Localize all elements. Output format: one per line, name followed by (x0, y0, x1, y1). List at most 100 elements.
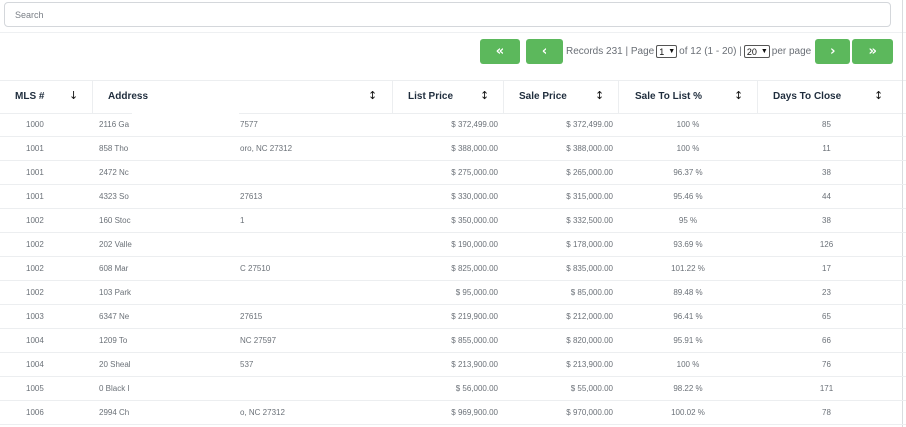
table-row[interactable]: 1002 202 Valle $ 190,000.00 $ 178,000.00 93.… (0, 233, 906, 257)
table-row[interactable]: 1002 103 Park $ 95,000.00 $ 85,000.00 89.48 … (0, 281, 906, 305)
sort-icon[interactable]: ↕ (480, 89, 489, 102)
cell-mls: 1002 (26, 288, 44, 297)
cell-days-to-close: 66 (822, 336, 831, 345)
cell-sale-to-list: 100 % (676, 144, 700, 153)
cell-mls: 1004 (26, 360, 44, 369)
cell-sale-price: $ 820,000.00 (566, 336, 613, 345)
cell-mls: 1000 (26, 120, 44, 129)
cell-list-price: $ 219,900.00 (451, 312, 498, 321)
table-row[interactable]: 1006 2994 Ch o, NC 27312 $ 969,900.00 $ 970,… (0, 401, 906, 425)
redaction-mask (132, 137, 239, 160)
sort-icon[interactable]: ↕ (595, 89, 604, 102)
redaction-mask (132, 185, 239, 208)
cell-days-to-close: 126 (819, 240, 834, 249)
cell-sale-price: $ 970,000.00 (566, 408, 613, 417)
cell-mls: 1002 (26, 240, 44, 249)
cell-address-end: 7577 (240, 120, 258, 129)
cell-list-price: $ 825,000.00 (451, 264, 498, 273)
cell-days-to-close: 17 (822, 264, 831, 273)
cell-address-end: 537 (240, 360, 254, 369)
column-header-list-price[interactable]: List Price (408, 91, 453, 102)
toolbar-divider (0, 32, 906, 33)
cell-days-to-close: 38 (822, 216, 831, 225)
redaction-mask (132, 377, 239, 400)
cell-list-price: $ 56,000.00 (455, 384, 498, 393)
column-header-sale-to-list[interactable]: Sale To List % (635, 91, 702, 102)
cell-sale-to-list: 101.22 % (671, 264, 705, 273)
cell-list-price: $ 275,000.00 (451, 168, 498, 177)
column-header-days-to-close[interactable]: Days To Close (773, 91, 841, 102)
table-row[interactable]: 1000 2116 Ga 7577 $ 372,499.00 $ 372,499.00 1… (0, 113, 906, 137)
cell-list-price: $ 330,000.00 (451, 192, 498, 201)
cell-list-price: $ 388,000.00 (451, 144, 498, 153)
row-divider (0, 424, 906, 425)
cell-sale-price: $ 332,500.00 (566, 216, 613, 225)
cell-mls: 1002 (26, 264, 44, 273)
redaction-mask (132, 161, 239, 184)
last-page-button[interactable]: » (852, 39, 894, 64)
cell-sale-to-list: 100.02 % (671, 408, 705, 417)
redaction-mask (132, 281, 239, 304)
redaction-mask (132, 353, 239, 376)
cell-sale-to-list: 96.41 % (673, 312, 703, 321)
cell-days-to-close: 85 (822, 120, 831, 129)
cell-list-price: $ 855,000.00 (451, 336, 498, 345)
table-row[interactable]: 1001 858 Tho oro, NC 27312 $ 388,000.00 $ 38… (0, 137, 906, 161)
redaction-mask (132, 257, 239, 280)
cell-days-to-close: 11 (822, 144, 831, 153)
cell-mls: 1004 (26, 336, 44, 345)
cell-address: 0 Black I (99, 384, 130, 393)
cell-list-price: $ 190,000.00 (451, 240, 498, 249)
cell-mls: 1006 (26, 408, 44, 417)
cell-sale-to-list: 93.69 % (673, 240, 703, 249)
cell-days-to-close: 38 (822, 168, 831, 177)
redaction-mask (132, 233, 239, 256)
first-page-button[interactable]: « (480, 39, 520, 64)
cell-address: 202 Valle (99, 240, 132, 249)
page-count-text: of 12 (1 - 20) | (679, 46, 742, 57)
cell-days-to-close: 23 (822, 288, 831, 297)
per-page-select[interactable]: 20 ▼ (743, 45, 770, 58)
table-row[interactable]: 1001 4323 So 27613 $ 330,000.00 $ 315,000.00… (0, 185, 906, 209)
cell-address: 4323 So (99, 192, 129, 201)
cell-mls: 1003 (26, 312, 44, 321)
column-header-mls[interactable]: MLS # (15, 91, 44, 102)
cell-sale-price: $ 372,499.00 (566, 120, 613, 129)
next-page-button[interactable]: › (815, 39, 851, 64)
cell-sale-price: $ 55,000.00 (570, 384, 613, 393)
cell-address-end: C 27510 (240, 264, 271, 273)
cell-sale-to-list: 100 % (676, 360, 700, 369)
search-input[interactable] (4, 2, 891, 27)
cell-address: 1209 To (99, 336, 128, 345)
table-row[interactable]: 1003 6347 Ne 27615 $ 219,900.00 $ 212,000.00… (0, 305, 906, 329)
table-top-border (0, 80, 906, 81)
table-row[interactable]: 1004 20 Sheal 537 $ 213,900.00 $ 213,900.00 1… (0, 353, 906, 377)
sort-down-icon[interactable]: ↓ (69, 89, 78, 102)
cell-address-end: o, NC 27312 (240, 408, 285, 417)
table-row[interactable]: 1002 160 Stoc 1 $ 350,000.00 $ 332,500.00 95 … (0, 209, 906, 233)
cell-sale-to-list: 100 % (676, 120, 700, 129)
per-page-text: per page (771, 46, 812, 57)
cell-sale-price: $ 835,000.00 (566, 264, 613, 273)
table-row[interactable]: 1002 608 Mar C 27510 $ 825,000.00 $ 835,000.… (0, 257, 906, 281)
sort-icon[interactable]: ↕ (874, 89, 883, 102)
cell-sale-to-list: 95.46 % (673, 192, 703, 201)
table-row[interactable]: 1001 2472 Nc $ 275,000.00 $ 265,000.00 96.37… (0, 161, 906, 185)
column-header-address[interactable]: Address (108, 91, 148, 102)
previous-page-button[interactable]: ‹ (526, 39, 563, 64)
cell-list-price: $ 95,000.00 (455, 288, 498, 297)
sort-icon[interactable]: ↕ (734, 89, 743, 102)
table-row[interactable]: 1005 0 Black I $ 56,000.00 $ 55,000.00 98.22… (0, 377, 906, 401)
cell-address-end: 27613 (240, 192, 263, 201)
sort-icon[interactable]: ↕ (368, 89, 377, 102)
cell-mls: 1001 (26, 168, 44, 177)
cell-sale-price: $ 265,000.00 (566, 168, 613, 177)
chevron-down-icon: ▼ (760, 48, 768, 55)
cell-sale-price: $ 85,000.00 (570, 288, 613, 297)
table-row[interactable]: 1004 1209 To NC 27597 $ 855,000.00 $ 820,000… (0, 329, 906, 353)
cell-sale-price: $ 315,000.00 (566, 192, 613, 201)
column-header-sale-price[interactable]: Sale Price (519, 91, 567, 102)
page-select[interactable]: 1 ▼ (656, 45, 678, 58)
cell-sale-to-list: 95 % (678, 216, 698, 225)
cell-sale-to-list: 95.91 % (673, 336, 703, 345)
